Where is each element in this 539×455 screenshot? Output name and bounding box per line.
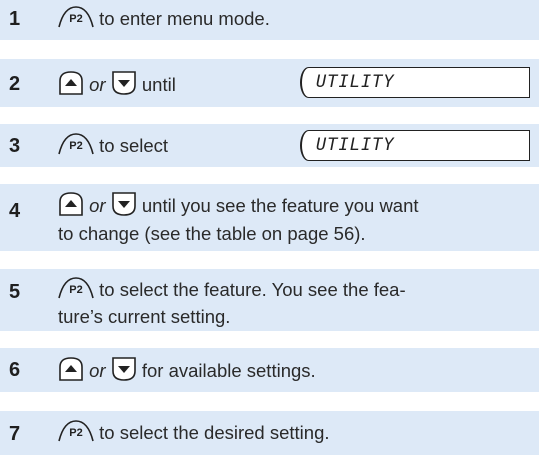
step-text-part: until you see the feature you want [136, 194, 419, 216]
step-number: 2 [9, 73, 21, 95]
p2-button-icon: P2 [58, 6, 94, 34]
p2-label: P2 [69, 13, 82, 25]
up-arrow-button-icon [58, 192, 84, 222]
step-text: P2 to select the feature. You see the fe… [58, 277, 533, 329]
step-number: 6 [9, 359, 21, 381]
up-arrow-button-icon [58, 71, 84, 101]
step-text-line: to select [94, 134, 169, 156]
step-number: 4 [9, 200, 21, 222]
step-text: P2 to select the desired setting. [58, 420, 330, 448]
down-arrow-button-icon [111, 192, 137, 222]
step-3-row: 3 P2 to select UTILITY [0, 124, 539, 167]
step-text: or for available settings. [58, 357, 316, 387]
step-5-row: 5 P2 to select the feature. You see the … [0, 269, 539, 331]
p2-button-icon: P2 [58, 420, 94, 448]
step-7-row: 7 P2 to select the desired setting. [0, 411, 539, 455]
or-word: or [89, 73, 106, 95]
p2-button-icon: P2 [58, 133, 94, 161]
step-text-line-1: P2 to select the feature. You see the fe… [58, 277, 533, 305]
step-text-line: for available settings. [136, 359, 316, 381]
lcd-display: UTILITY [300, 67, 530, 98]
step-text: P2 to enter menu mode. [58, 6, 270, 34]
step-6-row: 6 or for available settings. [0, 348, 539, 392]
step-text-part: to select the feature. You see the fea- [94, 278, 406, 300]
step-number: 1 [9, 8, 21, 30]
up-arrow-button-icon [58, 357, 84, 387]
p2-label: P2 [69, 284, 82, 296]
step-text-line: to enter menu mode. [94, 7, 270, 29]
step-text-line-2: ture’s current setting. [58, 306, 231, 327]
p2-button-icon: P2 [58, 277, 94, 305]
step-2-row: 2 or until UTILITY [0, 59, 539, 107]
down-arrow-button-icon [111, 71, 137, 101]
p2-label: P2 [69, 140, 82, 152]
step-1-row: 1 P2 to enter menu mode. [0, 0, 539, 40]
step-number: 7 [9, 423, 21, 445]
or-word: or [89, 359, 106, 381]
step-text-line-2: to change (see the table on page 56). [58, 223, 366, 244]
step-text: or until you see the feature you want to… [58, 192, 533, 246]
step-text: or until [58, 71, 176, 101]
step-number: 5 [9, 281, 21, 303]
step-number: 3 [9, 135, 21, 157]
p2-label: P2 [69, 427, 82, 439]
step-text-line-1: or until you see the feature you want [58, 192, 533, 222]
step-4-row: 4 or until you see the feature you want … [0, 184, 539, 251]
step-text: P2 to select [58, 133, 168, 161]
or-word: or [89, 194, 106, 216]
down-arrow-button-icon [111, 357, 137, 387]
step-text-line: to select the desired setting. [94, 421, 330, 443]
lcd-display: UTILITY [300, 130, 530, 161]
step-text-line: until [136, 73, 176, 95]
